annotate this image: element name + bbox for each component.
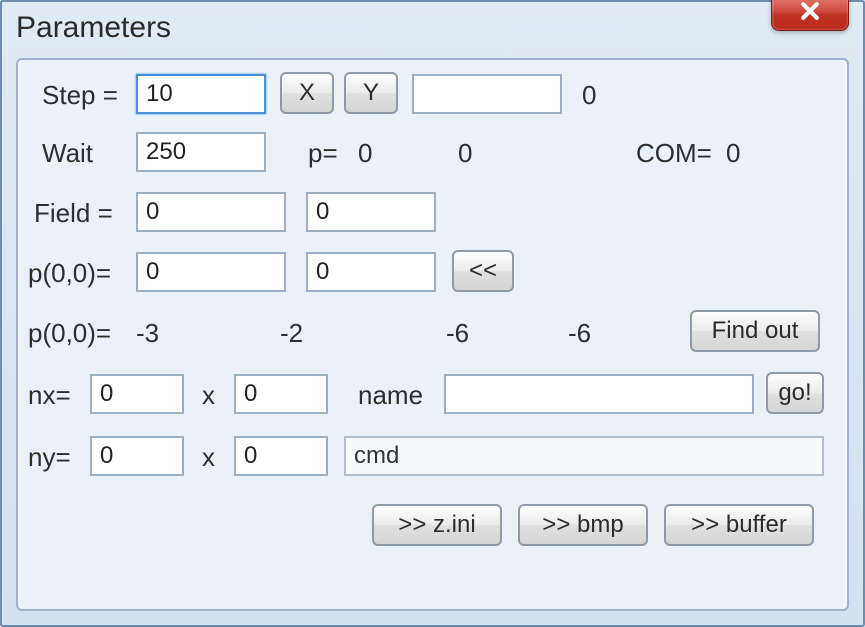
name-input[interactable] (444, 374, 754, 414)
field-input-2[interactable] (306, 192, 436, 232)
p00-input-1[interactable] (136, 252, 286, 292)
nx-input-2[interactable] (234, 374, 328, 414)
p00b-v4: -6 (568, 318, 591, 349)
client-area: Step = X Y 0 Wait p= 0 0 COM= 0 Field = … (16, 58, 849, 611)
titlebar: Parameters (2, 2, 863, 54)
step-label: Step = (42, 80, 118, 111)
name-label: name (358, 380, 423, 411)
p00-input-2[interactable] (306, 252, 436, 292)
nx-input-1[interactable] (90, 374, 184, 414)
close-button[interactable] (771, 0, 849, 31)
ny-input-2[interactable] (234, 436, 328, 476)
p-value-1: 0 (358, 138, 372, 169)
nx-x-sep: x (202, 380, 215, 411)
ny-label: ny= (28, 442, 71, 473)
y-button[interactable]: Y (344, 72, 398, 114)
zini-button[interactable]: >> z.ini (372, 504, 502, 546)
field-input-1[interactable] (136, 192, 286, 232)
step-input[interactable] (136, 74, 266, 114)
wait-input[interactable] (136, 132, 266, 172)
parameters-window: Parameters Step = X Y 0 Wait p= 0 0 COM=… (0, 0, 865, 627)
com-value: 0 (726, 138, 740, 169)
com-label: COM= (636, 138, 712, 169)
ny-x-sep: x (202, 442, 215, 473)
window-title: Parameters (16, 11, 171, 45)
ny-input-1[interactable] (90, 436, 184, 476)
cmd-display: cmd (344, 436, 824, 476)
p00b-v3: -6 (446, 318, 469, 349)
p00b-v1: -3 (136, 318, 159, 349)
p00b-v2: -2 (280, 318, 303, 349)
x-button[interactable]: X (280, 72, 334, 114)
xy-coord-readout: 0 (582, 80, 596, 111)
wait-label: Wait (42, 138, 93, 169)
field-label: Field = (34, 198, 113, 229)
go-button[interactable]: go! (766, 372, 824, 414)
xy-coord-input[interactable] (412, 74, 562, 114)
bmp-button[interactable]: >> bmp (518, 504, 648, 546)
find-out-button[interactable]: Find out (690, 310, 820, 352)
close-icon (799, 0, 821, 30)
back-button[interactable]: << (452, 250, 514, 292)
p00b-label: p(0,0)= (28, 318, 111, 349)
nx-label: nx= (28, 380, 71, 411)
p-value-2: 0 (458, 138, 472, 169)
buffer-button[interactable]: >> buffer (664, 504, 814, 546)
p00-label: p(0,0)= (28, 258, 111, 289)
p-label: p= (308, 138, 338, 169)
